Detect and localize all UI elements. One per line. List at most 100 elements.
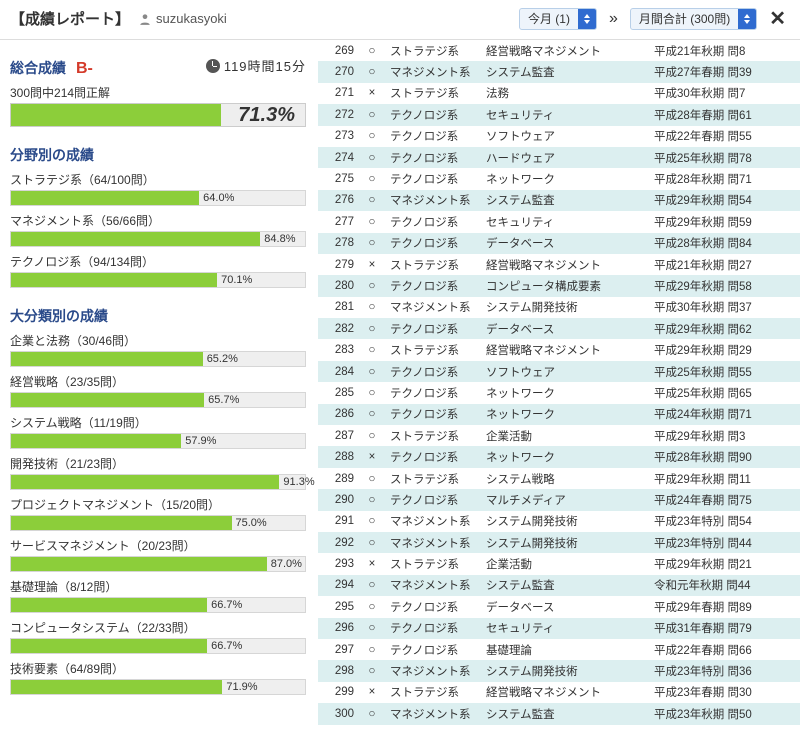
q-mark: ○: [364, 408, 380, 420]
q-number: 271: [324, 87, 354, 99]
question-row[interactable]: 295○テクノロジ系データベース平成29年春期 問89: [318, 596, 800, 617]
question-row[interactable]: 275○テクノロジ系ネットワーク平成28年秋期 問71: [318, 168, 800, 189]
q-subcategory: 基礎理論: [486, 642, 644, 658]
username: suzukasyoki: [156, 11, 227, 26]
major-pct: 75.0%: [232, 516, 267, 530]
q-category: マネジメント系: [390, 535, 476, 551]
q-source: 平成30年秋期 問37: [654, 299, 794, 315]
question-row[interactable]: 290○テクノロジ系マルチメディア平成24年春期 問75: [318, 489, 800, 510]
q-subcategory: ネットワーク: [486, 406, 644, 422]
q-number: 293: [324, 558, 354, 570]
q-subcategory: セキュリティ: [486, 620, 644, 636]
page-title: 【成績レポート】: [10, 8, 130, 29]
question-row[interactable]: 299×ストラテジ系経営戦略マネジメント平成23年春期 問30: [318, 682, 800, 703]
q-mark: ×: [364, 87, 380, 99]
question-row[interactable]: 282○テクノロジ系データベース平成29年秋期 問62: [318, 318, 800, 339]
question-row[interactable]: 285○テクノロジ系ネットワーク平成25年秋期 問65: [318, 382, 800, 403]
q-mark: ○: [364, 130, 380, 142]
major-bar: 71.9%: [10, 679, 306, 695]
question-row[interactable]: 291○マネジメント系システム開発技術平成23年特別 問54: [318, 511, 800, 532]
q-number: 284: [324, 366, 354, 378]
q-mark: ×: [364, 451, 380, 463]
q-number: 285: [324, 387, 354, 399]
q-category: マネジメント系: [390, 706, 476, 722]
question-row[interactable]: 298○マネジメント系システム開発技術平成23年特別 問36: [318, 660, 800, 681]
overall-title: 総合成績: [10, 58, 66, 78]
chevron-right-icon[interactable]: »: [605, 10, 622, 28]
major-bar: 66.7%: [10, 597, 306, 613]
q-source: 平成29年秋期 問58: [654, 278, 794, 294]
question-row[interactable]: 281○マネジメント系システム開発技術平成30年秋期 問37: [318, 297, 800, 318]
q-category: テクノロジ系: [390, 235, 476, 251]
question-row[interactable]: 272○テクノロジ系セキュリティ平成28年春期 問61: [318, 104, 800, 125]
major-label: システム戦略（11/19問）: [10, 414, 306, 431]
left-panel: 総合成績 B- 119時間15分 300問中214問正解 71.3% 分野別の成…: [0, 40, 318, 725]
question-row[interactable]: 283○ストラテジ系経営戦略マネジメント平成29年秋期 問29: [318, 339, 800, 360]
major-row: 技術要素（64/89問）71.9%: [10, 660, 306, 695]
q-mark: ○: [364, 601, 380, 613]
chevron-updown-icon: [738, 9, 756, 29]
question-row[interactable]: 269○ストラテジ系経営戦略マネジメント平成21年秋期 問8: [318, 40, 800, 61]
major-label: プロジェクトマネジメント（15/20問）: [10, 496, 306, 513]
q-source: 平成23年特別 問54: [654, 513, 794, 529]
q-subcategory: 経営戦略マネジメント: [486, 257, 644, 273]
q-mark: ○: [364, 194, 380, 206]
q-category: テクノロジ系: [390, 620, 476, 636]
major-pct: 57.9%: [181, 434, 216, 448]
question-row[interactable]: 273○テクノロジ系ソフトウェア平成22年春期 問55: [318, 126, 800, 147]
question-row[interactable]: 274○テクノロジ系ハードウェア平成25年秋期 問78: [318, 147, 800, 168]
q-number: 272: [324, 109, 354, 121]
question-row[interactable]: 296○テクノロジ系セキュリティ平成31年春期 問79: [318, 618, 800, 639]
question-row[interactable]: 294○マネジメント系システム監査令和元年秋期 問44: [318, 575, 800, 596]
q-mark: ○: [364, 387, 380, 399]
question-row[interactable]: 276○マネジメント系システム監査平成29年秋期 問54: [318, 190, 800, 211]
q-subcategory: データベース: [486, 599, 644, 615]
question-row[interactable]: 289○ストラテジ系システム戦略平成29年秋期 問11: [318, 468, 800, 489]
field-bar: 64.0%: [10, 190, 306, 206]
question-row[interactable]: 286○テクノロジ系ネットワーク平成24年秋期 問71: [318, 404, 800, 425]
period-select[interactable]: 今月 (1): [519, 8, 597, 30]
q-subcategory: システム開発技術: [486, 663, 644, 679]
q-category: マネジメント系: [390, 663, 476, 679]
q-mark: ○: [364, 644, 380, 656]
q-number: 287: [324, 430, 354, 442]
q-number: 295: [324, 601, 354, 613]
aggregate-select[interactable]: 月間合計 (300問): [630, 8, 757, 30]
question-row[interactable]: 271×ストラテジ系法務平成30年秋期 問7: [318, 83, 800, 104]
q-number: 273: [324, 130, 354, 142]
q-source: 平成29年秋期 問62: [654, 321, 794, 337]
q-category: テクノロジ系: [390, 364, 476, 380]
question-row[interactable]: 293×ストラテジ系企業活動平成29年秋期 問21: [318, 553, 800, 574]
question-row[interactable]: 287○ストラテジ系企業活動平成29年秋期 問3: [318, 425, 800, 446]
close-icon[interactable]: ✕: [765, 6, 790, 31]
q-mark: ○: [364, 301, 380, 313]
q-subcategory: システム監査: [486, 192, 644, 208]
question-row[interactable]: 279×ストラテジ系経営戦略マネジメント平成21年秋期 問27: [318, 254, 800, 275]
q-category: テクノロジ系: [390, 642, 476, 658]
question-row[interactable]: 280○テクノロジ系コンピュータ構成要素平成29年秋期 問58: [318, 275, 800, 296]
field-pct: 64.0%: [199, 191, 234, 205]
header: 【成績レポート】 suzukasyoki 今月 (1) » 月間合計 (300問…: [0, 0, 800, 40]
q-number: 294: [324, 579, 354, 591]
major-label: 基礎理論（8/12問）: [10, 578, 306, 595]
q-category: マネジメント系: [390, 513, 476, 529]
q-subcategory: システム監査: [486, 706, 644, 722]
q-subcategory: データベース: [486, 235, 644, 251]
q-category: テクノロジ系: [390, 214, 476, 230]
user[interactable]: suzukasyoki: [138, 11, 227, 26]
q-category: マネジメント系: [390, 577, 476, 593]
question-row[interactable]: 292○マネジメント系システム開発技術平成23年特別 問44: [318, 532, 800, 553]
question-row[interactable]: 277○テクノロジ系セキュリティ平成29年秋期 問59: [318, 211, 800, 232]
question-row[interactable]: 288×テクノロジ系ネットワーク平成28年秋期 問90: [318, 446, 800, 467]
question-row[interactable]: 284○テクノロジ系ソフトウェア平成25年秋期 問55: [318, 361, 800, 382]
question-row[interactable]: 300○マネジメント系システム監査平成23年秋期 問50: [318, 703, 800, 724]
question-row[interactable]: 297○テクノロジ系基礎理論平成22年春期 問66: [318, 639, 800, 660]
q-category: テクノロジ系: [390, 385, 476, 401]
question-row[interactable]: 270○マネジメント系システム監査平成27年春期 問39: [318, 61, 800, 82]
major-row: プロジェクトマネジメント（15/20問） 75.0%: [10, 496, 306, 531]
q-mark: ×: [364, 259, 380, 271]
major-row: システム戦略（11/19問） 57.9%: [10, 414, 306, 449]
question-row[interactable]: 278○テクノロジ系データベース平成28年秋期 問84: [318, 233, 800, 254]
q-source: 平成23年特別 問44: [654, 535, 794, 551]
major-bar: 91.3%: [10, 474, 306, 490]
